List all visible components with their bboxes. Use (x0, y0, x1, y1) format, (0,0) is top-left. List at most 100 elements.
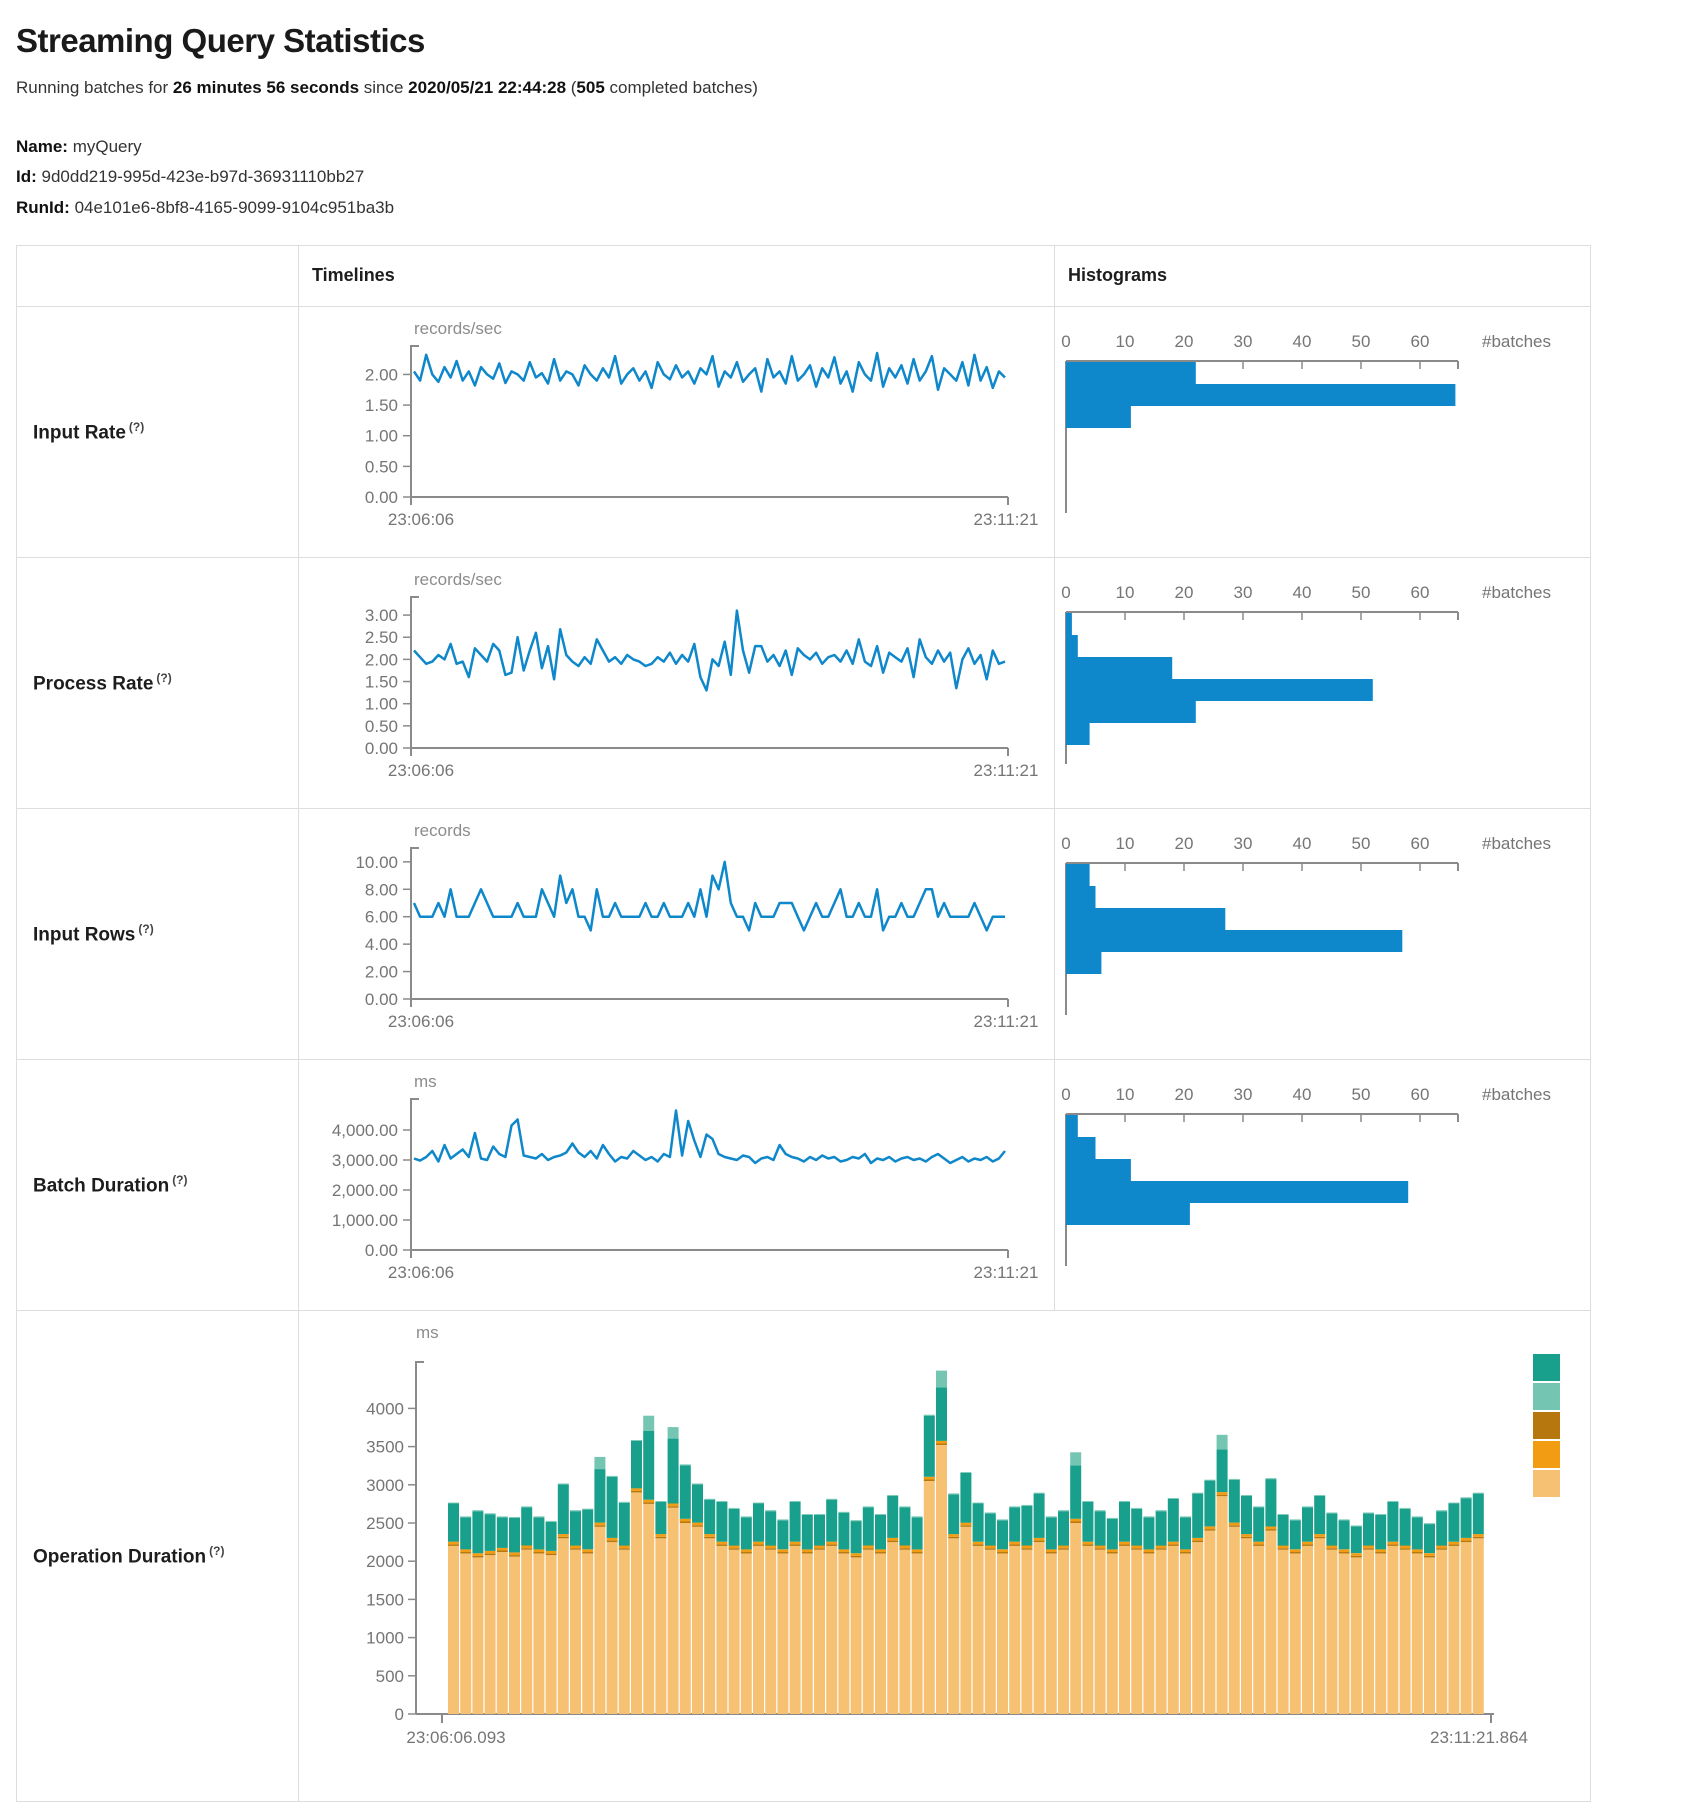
row-input-rows: Input Rows(?) records 0.002.004.006.008.… (17, 809, 1590, 1060)
input-rate-unit: records/sec (414, 319, 1054, 339)
svg-text:0: 0 (1061, 834, 1070, 853)
svg-text:23:11:21: 23:11:21 (974, 1012, 1039, 1031)
svg-text:40: 40 (1293, 834, 1312, 853)
timelines-column-header: Timelines (299, 265, 395, 286)
input-rows-help-icon[interactable]: (?) (138, 922, 153, 936)
process-rate-histogram-chart: 0102030405060#batches (1055, 572, 1590, 777)
svg-text:20: 20 (1175, 583, 1194, 602)
legend-swatch-0 (1533, 1354, 1560, 1381)
statistics-table: Timelines Histograms Input Rate(?) recor… (16, 245, 1591, 1802)
id-label: Id: (16, 167, 37, 186)
runid-label: RunId: (16, 198, 70, 217)
svg-text:1.00: 1.00 (365, 426, 398, 445)
batch-duration-timeline-chart: 0.001,000.002,000.003,000.004,000.0023:0… (299, 1092, 1054, 1297)
query-id-line: Id: 9d0dd219-995d-423e-b97d-36931110bb27 (16, 162, 1677, 192)
process-rate-unit: records/sec (414, 570, 1054, 590)
streaming-query-statistics-page: Streaming Query Statistics Running batch… (0, 0, 1693, 1802)
operation-duration-label: Operation Duration(?) (33, 1544, 224, 1568)
input-rate-timeline-chart: 0.000.501.001.502.0023:06:0623:11:21 (299, 339, 1054, 544)
svg-text:3000: 3000 (366, 1476, 404, 1495)
row-batch-duration: Batch Duration(?) ms 0.001,000.002,000.0… (17, 1060, 1590, 1311)
row-input-rate: Input Rate(?) records/sec 0.000.501.001.… (17, 307, 1590, 558)
svg-text:10: 10 (1116, 834, 1135, 853)
svg-text:1,000.00: 1,000.00 (332, 1211, 398, 1230)
batch-duration-histogram-chart: 0102030405060#batches (1055, 1074, 1590, 1279)
operation-duration-help-icon[interactable]: (?) (209, 1544, 224, 1558)
svg-text:0.00: 0.00 (365, 990, 398, 1009)
svg-text:60: 60 (1411, 834, 1430, 853)
svg-text:30: 30 (1234, 332, 1253, 351)
svg-text:60: 60 (1411, 583, 1430, 602)
svg-text:2500: 2500 (366, 1514, 404, 1533)
svg-text:#batches: #batches (1482, 332, 1551, 351)
name-label: Name: (16, 137, 68, 156)
id-value: 9d0dd219-995d-423e-b97d-36931110bb27 (42, 167, 365, 186)
svg-text:60: 60 (1411, 332, 1430, 351)
svg-text:23:06:06: 23:06:06 (388, 761, 454, 780)
svg-text:8.00: 8.00 (365, 880, 398, 899)
svg-text:23:06:06: 23:06:06 (388, 1263, 454, 1282)
input-rows-timeline-chart: 0.002.004.006.008.0010.0023:06:0623:11:2… (299, 841, 1054, 1046)
completed-batches-count: 505 (576, 78, 604, 97)
svg-text:20: 20 (1175, 834, 1194, 853)
runid-value: 04e101e6-8bf8-4165-9099-9104c951ba3b (75, 198, 395, 217)
svg-text:23:11:21: 23:11:21 (974, 1263, 1039, 1282)
svg-text:20: 20 (1175, 332, 1194, 351)
running-batches-summary: Running batches for 26 minutes 56 second… (16, 78, 1677, 98)
svg-text:0: 0 (1061, 583, 1070, 602)
svg-text:2.00: 2.00 (365, 365, 398, 384)
svg-text:50: 50 (1352, 583, 1371, 602)
start-timestamp: 2020/05/21 22:44:28 (408, 78, 566, 97)
svg-text:2.00: 2.00 (365, 650, 398, 669)
svg-text:2000: 2000 (366, 1552, 404, 1571)
page-title: Streaming Query Statistics (16, 22, 1677, 60)
svg-text:50: 50 (1352, 332, 1371, 351)
svg-text:23:11:21: 23:11:21 (974, 510, 1039, 529)
svg-text:#batches: #batches (1482, 583, 1551, 602)
svg-text:2.50: 2.50 (365, 628, 398, 647)
legend-swatch-3 (1533, 1441, 1560, 1468)
batch-duration-help-icon[interactable]: (?) (172, 1173, 187, 1187)
svg-text:1.50: 1.50 (365, 396, 398, 415)
legend-swatch-2 (1533, 1412, 1560, 1439)
svg-text:40: 40 (1293, 583, 1312, 602)
svg-text:0.00: 0.00 (365, 739, 398, 758)
legend-swatch-4 (1533, 1470, 1560, 1497)
query-name-line: Name: myQuery (16, 132, 1677, 162)
input-rate-histogram-chart: 0102030405060#batches (1055, 321, 1590, 526)
input-rate-label: Input Rate(?) (33, 420, 144, 444)
row-operation-duration: Operation Duration(?) ms 050010001500200… (17, 1311, 1590, 1801)
svg-text:10.00: 10.00 (355, 853, 398, 872)
query-metadata: Name: myQuery Id: 9d0dd219-995d-423e-b97… (16, 132, 1677, 223)
input-rows-histogram-chart: 0102030405060#batches (1055, 823, 1590, 1028)
histograms-column-header: Histograms (1055, 265, 1167, 286)
svg-text:23:11:21: 23:11:21 (974, 761, 1039, 780)
process-rate-label: Process Rate(?) (33, 671, 172, 695)
process-rate-help-icon[interactable]: (?) (156, 671, 171, 685)
svg-text:23:06:06.093: 23:06:06.093 (406, 1728, 505, 1747)
svg-text:1500: 1500 (366, 1590, 404, 1609)
svg-text:10: 10 (1116, 1085, 1135, 1104)
name-value: myQuery (73, 137, 142, 156)
svg-text:40: 40 (1293, 1085, 1312, 1104)
operation-duration-unit: ms (416, 1323, 1590, 1343)
operation-duration-legend (1533, 1354, 1560, 1499)
svg-text:500: 500 (376, 1667, 404, 1686)
batch-duration-unit: ms (414, 1072, 1054, 1092)
svg-text:0.50: 0.50 (365, 457, 398, 476)
header-cell-empty (17, 246, 299, 306)
svg-text:30: 30 (1234, 583, 1253, 602)
svg-text:3,000.00: 3,000.00 (332, 1151, 398, 1170)
process-rate-timeline-chart: 0.000.501.001.502.002.503.0023:06:0623:1… (299, 590, 1054, 795)
svg-text:50: 50 (1352, 1085, 1371, 1104)
svg-text:60: 60 (1411, 1085, 1430, 1104)
svg-text:50: 50 (1352, 834, 1371, 853)
svg-text:23:11:21.864: 23:11:21.864 (1430, 1728, 1528, 1747)
svg-text:1.50: 1.50 (365, 672, 398, 691)
input-rate-help-icon[interactable]: (?) (129, 420, 144, 434)
svg-text:30: 30 (1234, 1085, 1253, 1104)
svg-text:23:06:06: 23:06:06 (388, 510, 454, 529)
svg-text:0: 0 (1061, 1085, 1070, 1104)
svg-text:1000: 1000 (366, 1628, 404, 1647)
svg-text:1.00: 1.00 (365, 694, 398, 713)
